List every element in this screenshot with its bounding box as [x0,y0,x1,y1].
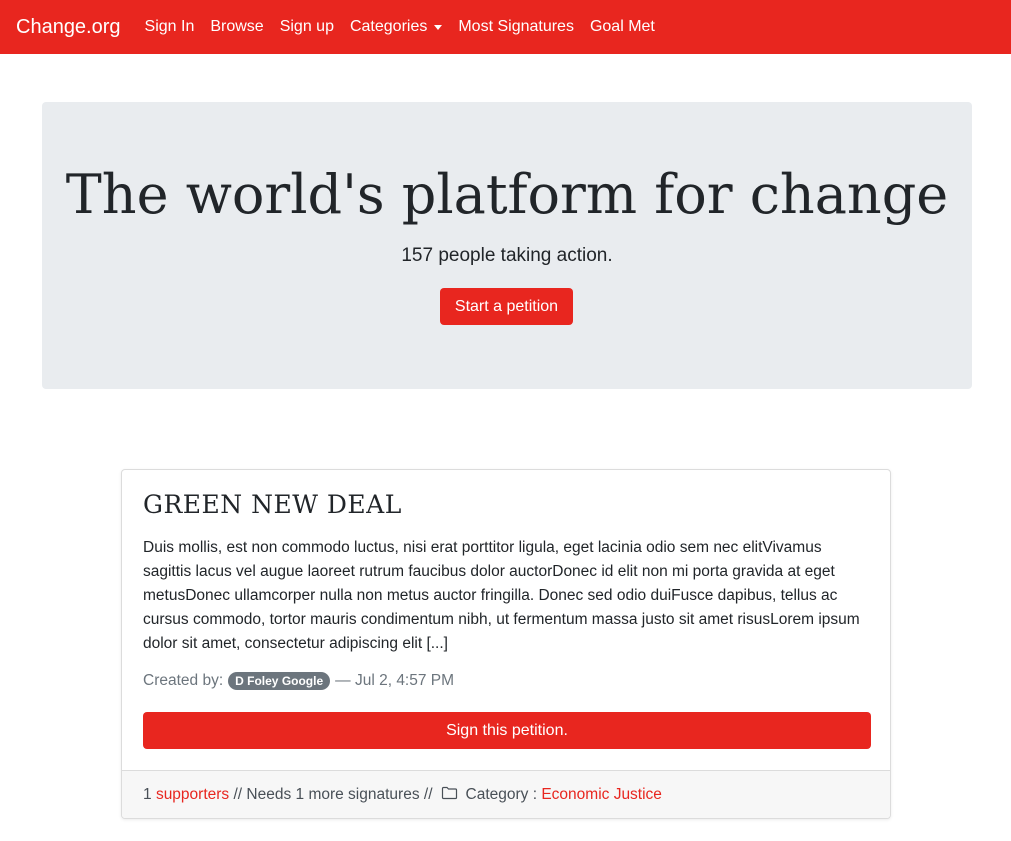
created-date: — Jul 2, 4:57 PM [335,672,455,689]
nav-browse[interactable]: Browse [202,18,271,36]
sign-petition-button[interactable]: Sign this petition. [143,712,871,749]
petition-meta: Created by: D Foley Google — Jul 2, 4:57… [143,672,454,690]
nav-sign-up[interactable]: Sign up [272,18,342,36]
nav-categories-dropdown[interactable]: Categories [342,18,450,36]
nav-goal-met[interactable]: Goal Met [582,18,663,36]
petition-description: Duis mollis, est non commodo luctus, nis… [143,539,860,652]
petition-card: GREEN NEW DEAL Duis mollis, est non comm… [121,469,891,819]
caret-down-icon [434,24,443,30]
nav-links: Sign In Browse Sign up Categories Most S… [137,18,663,36]
created-by-label: Created by: [143,672,224,689]
folder-icon [441,786,458,805]
needs-signatures-text: // Needs 1 more signatures // [233,786,433,803]
category-link[interactable]: Economic Justice [541,786,662,804]
top-navbar: Change.org Sign In Browse Sign up Catego… [0,0,1011,54]
nav-sign-in[interactable]: Sign In [137,18,203,36]
nav-categories-label: Categories [349,18,428,35]
author-badge[interactable]: D Foley Google [228,672,331,690]
supporters-link[interactable]: supporters [156,786,229,804]
supporters-count: 1 [143,786,152,803]
petition-footer: 1 supporters // Needs 1 more signatures … [122,770,890,818]
start-petition-button[interactable]: Start a petition [440,288,573,325]
hero-subtitle: 157 people taking action. [401,245,613,266]
brand-logo[interactable]: Change.org [16,16,121,39]
category-label: Category : [465,786,538,803]
hero-jumbotron: The world's platform for change 157 peop… [42,102,972,389]
nav-most-signatures[interactable]: Most Signatures [450,18,582,36]
petition-title[interactable]: GREEN NEW DEAL [143,488,402,522]
hero-title: The world's platform for change [65,163,949,226]
